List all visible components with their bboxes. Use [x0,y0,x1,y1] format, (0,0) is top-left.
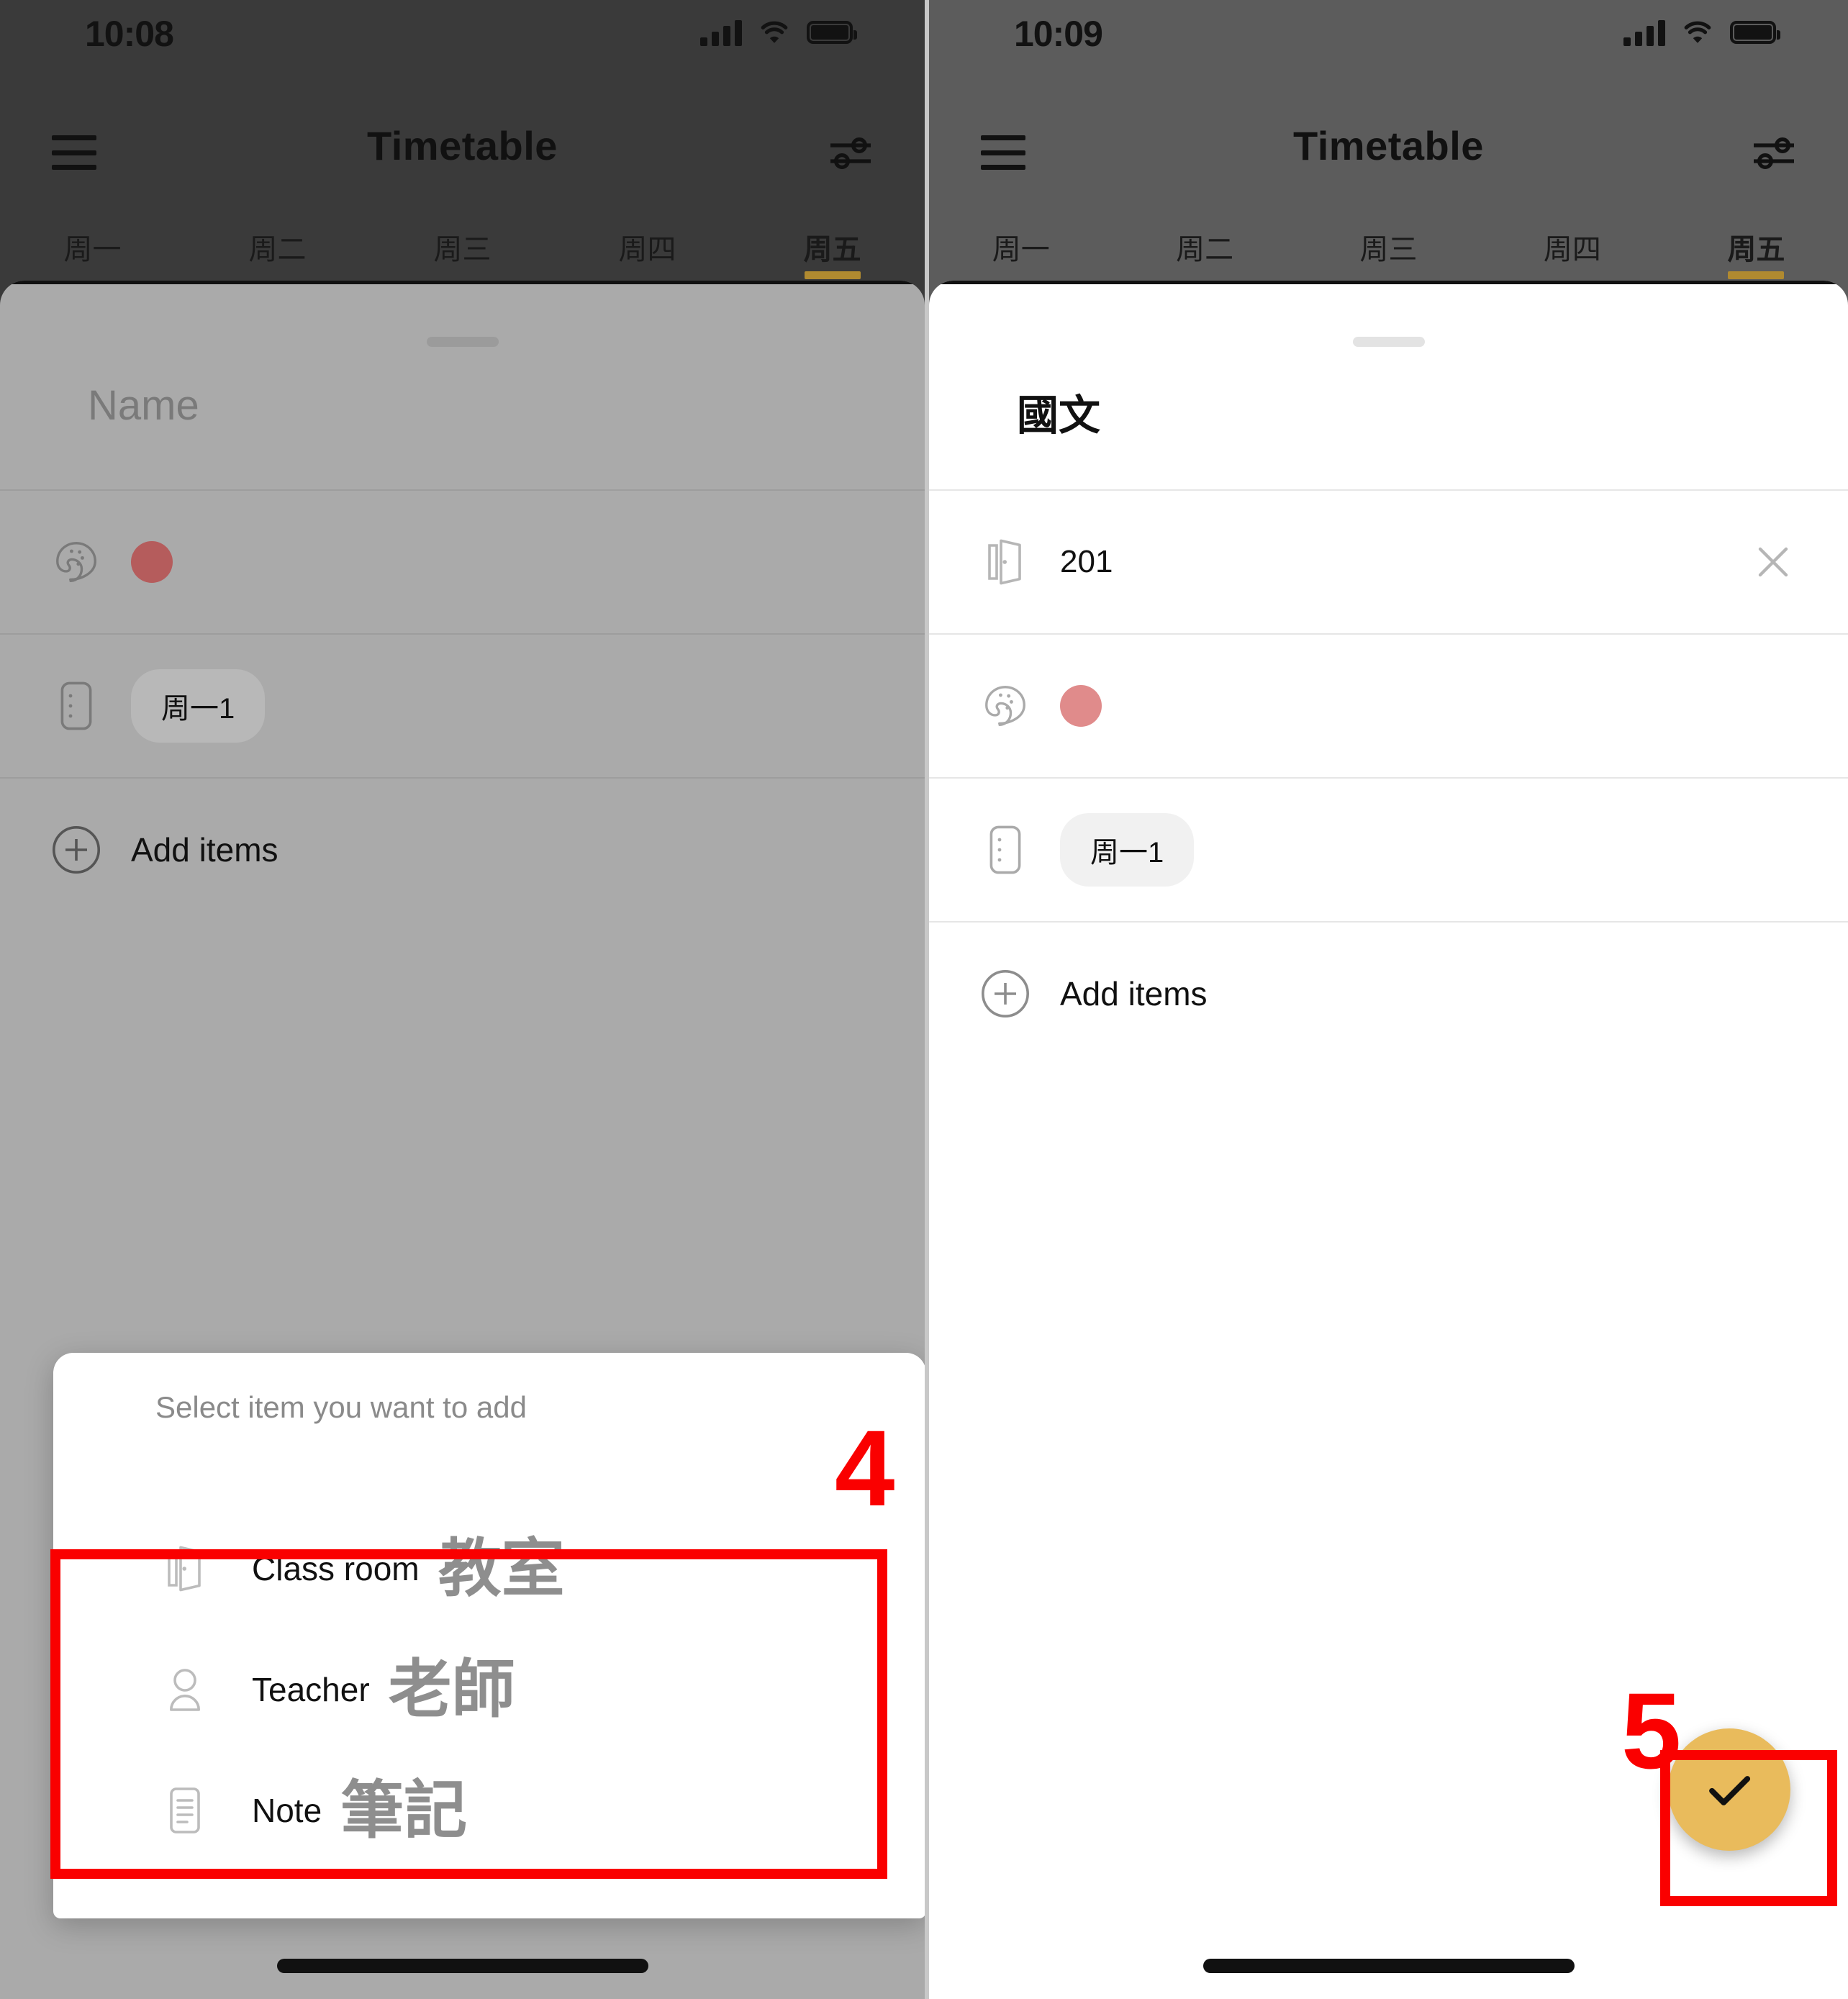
add-items-label: Add items [131,831,278,869]
check-icon [1709,1776,1751,1805]
app-bar-left: Timetable [0,115,925,201]
tab-weekday-5[interactable]: 周五 [1664,223,1848,268]
popup-header-label: Select item you want to add [155,1390,527,1424]
color-swatch[interactable] [1060,685,1102,727]
add-items-label: Add items [1060,975,1208,1012]
battery-full-icon [807,21,857,44]
page-title: Timetable [1293,123,1484,168]
popup-item-list: Class room 教室 Teacher 老師 Note 筆記 [53,1465,925,1918]
sheet-drag-handle[interactable] [426,337,499,347]
row-value [1060,685,1102,727]
period-chip[interactable]: 周一1 [131,669,266,743]
add-items-button[interactable]: Add items [0,777,925,921]
row-period[interactable]: 周一1 [0,633,925,777]
door-open-icon [155,1544,214,1593]
settings-sliders-icon[interactable] [1750,134,1798,171]
popup-item-label-cn: 筆記 [340,1774,468,1846]
row-value: 周一1 [1060,813,1195,887]
palette-icon [45,540,108,584]
sheet-drag-handle[interactable] [1352,337,1425,347]
row-color[interactable] [929,633,1848,777]
close-x-icon[interactable] [1754,543,1792,581]
sheet-name-field[interactable]: 國文 [929,381,1848,442]
add-item-popup: Select item you want to add Class room 教… [53,1353,925,1918]
color-swatch[interactable] [131,541,173,583]
popup-item-label: Note [252,1792,322,1829]
sheet-top-edge [0,281,925,284]
battery-full-icon [1730,21,1780,44]
tab-weekday-3[interactable]: 周三 [370,223,555,268]
home-indicator [276,1959,648,1973]
sheet-rows-right: 201 周一1 Add items [929,489,1848,1065]
weekday-tabs-left: 周一 周二 周三 周四 周五 [0,223,925,281]
status-clock: 10:08 [85,14,174,54]
period-icon [45,681,108,730]
period-icon [974,825,1037,874]
popup-item-label-cn: 老師 [388,1654,515,1725]
status-bar-left: 10:08 [0,0,925,69]
phone-screen-left: 10:08 Timetable 周一 周二 周三 周四 周五 Name 周一1 … [0,0,925,1999]
sheet-top-edge [929,281,1848,284]
popup-item-classroom[interactable]: Class room 教室 [53,1508,925,1629]
row-classroom[interactable]: 201 [929,489,1848,633]
annotation-number-step5: 5 [1621,1670,1682,1791]
classroom-value[interactable]: 201 [1060,544,1113,580]
popup-item-note[interactable]: Note 筆記 [53,1750,925,1871]
add-items-button[interactable]: Add items [929,921,1848,1065]
wifi-icon [761,21,788,43]
screenshot-stage: 10:08 Timetable 周一 周二 周三 周四 周五 Name 周一1 … [0,0,1848,1999]
plus-circle-icon [45,825,108,874]
tab-weekday-5[interactable]: 周五 [740,223,925,268]
status-icons [1623,14,1780,50]
tab-weekday-2[interactable]: 周二 [1113,223,1296,268]
status-bar-right: 10:09 [929,0,1848,69]
status-icons [700,14,857,50]
bottom-sheet-right: 國文 201 周一1 Add items [929,281,1848,1999]
palette-icon [974,684,1037,727]
plus-circle-icon [974,969,1037,1018]
door-open-icon [974,537,1037,587]
tab-weekday-4[interactable]: 周四 [555,223,740,268]
tab-weekday-4[interactable]: 周四 [1480,223,1664,268]
tab-weekday-1[interactable]: 周一 [929,223,1113,268]
settings-sliders-icon[interactable] [827,134,874,171]
status-clock: 10:09 [1014,14,1103,54]
phone-screen-right: 10:09 Timetable 周一 周二 周三 周四 周五 國文 201 周一… [929,0,1848,1999]
sheet-rows-left: 周一1 Add items [0,489,925,921]
weekday-tabs-right: 周一 周二 周三 周四 周五 [929,223,1848,281]
sheet-name-field[interactable]: Name [0,381,925,430]
popup-item-label: Class room [252,1550,420,1587]
popup-item-label: Teacher [252,1671,370,1708]
tab-weekday-2[interactable]: 周二 [185,223,370,268]
row-value: 周一1 [131,669,266,743]
row-color[interactable] [0,489,925,633]
annotation-number-step4: 4 [835,1408,895,1528]
app-bar-right: Timetable [929,115,1848,201]
cellular-bars-icon [700,19,742,46]
wifi-icon [1684,21,1711,43]
person-icon [155,1666,214,1713]
home-indicator [1202,1959,1575,1973]
popup-item-label-cn: 教室 [438,1533,565,1604]
page-title: Timetable [367,123,558,168]
period-chip[interactable]: 周一1 [1060,813,1195,887]
confirm-fab[interactable] [1668,1728,1790,1851]
row-value [131,541,173,583]
tab-weekday-3[interactable]: 周三 [1297,223,1480,268]
popup-item-teacher[interactable]: Teacher 老師 [53,1629,925,1750]
tab-weekday-1[interactable]: 周一 [0,223,185,268]
row-period[interactable]: 周一1 [929,777,1848,921]
cellular-bars-icon [1623,19,1665,46]
note-lines-icon [155,1786,214,1835]
